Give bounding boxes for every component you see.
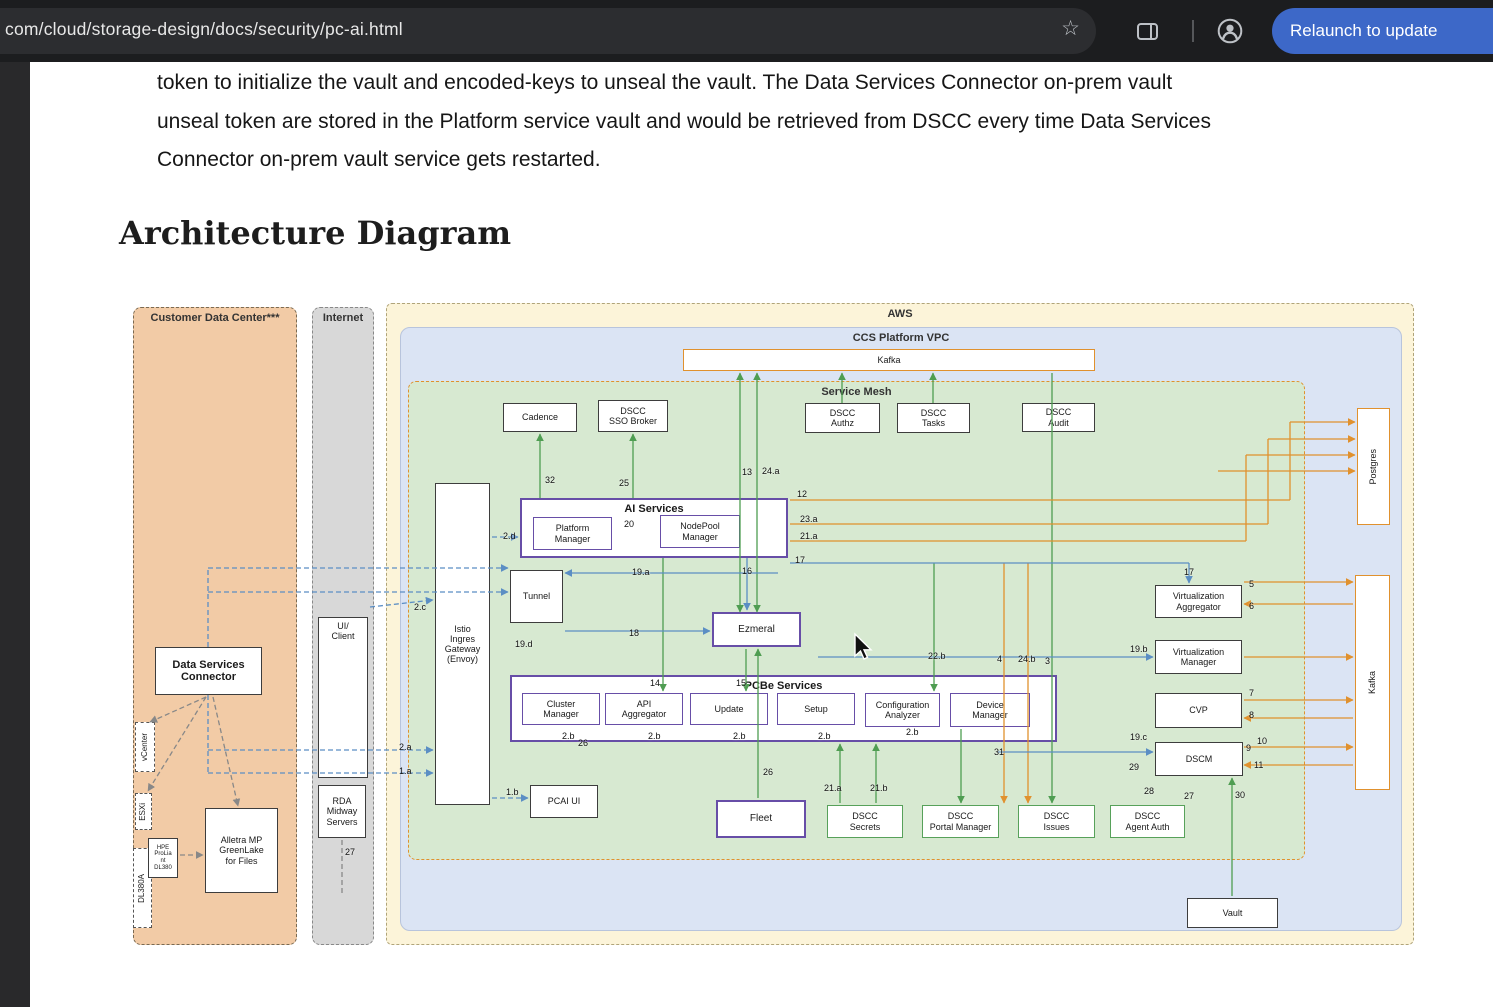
edge-label-19.b: 19.b	[1130, 644, 1148, 654]
edge-label-15: 15	[736, 678, 746, 688]
architecture-diagram: Customer Data Center***InternetAWSCCS Pl…	[118, 295, 1428, 963]
edge-label-19.a: 19.a	[632, 567, 650, 577]
relaunch-button[interactable]: Relaunch to update	[1272, 8, 1493, 54]
edge-label-17: 17	[795, 555, 805, 565]
edge-label-1.b: 1.b	[506, 787, 519, 797]
edge-label-2.b: 2.b	[733, 731, 746, 741]
edge-label-27: 27	[345, 847, 355, 857]
edge-label-32: 32	[545, 475, 555, 485]
edge-label-10: 10	[1257, 736, 1267, 746]
side-panel-icon[interactable]	[1137, 23, 1158, 40]
edge-label-3: 3	[1045, 656, 1050, 666]
edge-label-21.a: 21.a	[824, 783, 842, 793]
edge-label-18: 18	[629, 628, 639, 638]
edge-label-2.d: 2.d	[503, 531, 516, 541]
profile-icon-glyph	[1216, 17, 1244, 45]
edge-label-23.a: 23.a	[800, 514, 818, 524]
edge-label-22.b: 22.b	[928, 651, 946, 661]
edge-label-27: 27	[1184, 791, 1194, 801]
window-left-edge	[0, 62, 30, 1007]
edge-label-8: 8	[1249, 710, 1254, 720]
edge-label-28: 28	[1144, 786, 1154, 796]
edge-label-2.c: 2.c	[414, 602, 426, 612]
edge-label-21.a: 21.a	[800, 531, 818, 541]
body-paragraph: token to initialize the vault and encode…	[157, 64, 1457, 180]
edge-label-19.d: 19.d	[515, 639, 533, 649]
mouse-cursor	[852, 632, 874, 662]
edge-label-11: 11	[1254, 760, 1263, 770]
url-text: com/cloud/storage-design/docs/security/p…	[5, 19, 403, 40]
edge-label-14: 14	[650, 678, 660, 688]
edge-label-24.a: 24.a	[762, 466, 780, 476]
edge-label-2.a: 2.a	[399, 742, 412, 752]
edge-label-1.a: 1.a	[399, 766, 412, 776]
edge-label-5: 5	[1249, 579, 1254, 589]
edge-label-13: 13	[742, 467, 752, 477]
side-panel-icon-divider	[1150, 25, 1152, 38]
page-heading: Architecture Diagram	[119, 214, 511, 252]
edge-label-29: 29	[1129, 762, 1139, 772]
edge-label-7: 7	[1249, 688, 1254, 698]
edge-label-2.b: 2.b	[818, 731, 831, 741]
edge-label-20: 20	[624, 519, 634, 529]
edge-label-30: 30	[1235, 790, 1245, 800]
edge-label-12: 12	[797, 489, 807, 499]
edge-label-26: 26	[578, 738, 588, 748]
edge-label-16: 16	[742, 566, 752, 576]
edge-label-4: 4	[997, 654, 1002, 664]
browser-toolbar: com/cloud/storage-design/docs/security/p…	[0, 0, 1493, 62]
edge-label-2.b: 2.b	[648, 731, 661, 741]
edge-label-24.b: 24.b	[1018, 654, 1036, 664]
edge-label-25: 25	[619, 478, 629, 488]
edge-label-31: 31	[994, 747, 1004, 757]
profile-icon[interactable]	[1216, 17, 1244, 50]
diagram-labels-layer: 32 25 13 24.a 12 23.a 21.a 2.d 20 19.a 16 17 18 19.d 2…	[118, 295, 1428, 963]
bookmark-star-icon[interactable]: ☆	[1061, 16, 1080, 41]
edge-label-2.b: 2.b	[562, 731, 575, 741]
edge-label-9: 9	[1246, 743, 1251, 753]
edge-label-6: 6	[1249, 601, 1254, 611]
edge-label-17: 17	[1184, 567, 1194, 577]
edge-label-19.c: 19.c	[1130, 732, 1147, 742]
edge-label-21.b: 21.b	[870, 783, 888, 793]
edge-label-26: 26	[763, 767, 773, 777]
toolbar-separator	[1192, 20, 1194, 42]
edge-label-2.b: 2.b	[906, 727, 919, 737]
url-bar[interactable]: com/cloud/storage-design/docs/security/p…	[0, 8, 1096, 54]
